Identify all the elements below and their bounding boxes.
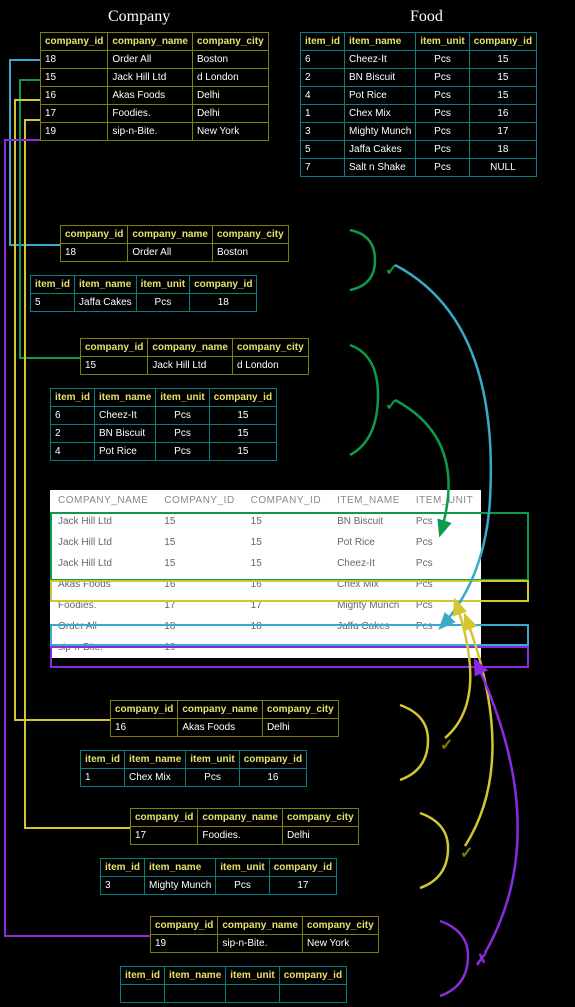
check-icon: ✓ — [460, 843, 473, 863]
company-table: company_idcompany_namecompany_city18Orde… — [40, 32, 269, 141]
pair-food-18: item_iditem_nameitem_unitcompany_id5Jaff… — [30, 275, 257, 312]
pair-food-17: item_iditem_nameitem_unitcompany_id3Migh… — [100, 858, 337, 895]
pair-food-15: item_iditem_nameitem_unitcompany_id6Chee… — [50, 388, 277, 461]
food-title: Food — [410, 8, 443, 26]
company-title: Company — [108, 8, 170, 26]
pair-company-18: company_idcompany_namecompany_city18Orde… — [60, 225, 289, 262]
pair-company-17: company_idcompany_namecompany_city17Food… — [130, 808, 359, 845]
pair-company-16: company_idcompany_namecompany_city16Akas… — [110, 700, 339, 737]
check-icon: ✓ — [385, 395, 398, 415]
pair-food-19: item_iditem_nameitem_unitcompany_id — [120, 966, 347, 1003]
pair-company-15: company_idcompany_namecompany_city15Jack… — [80, 338, 309, 375]
result-table: COMPANY_NAMECOMPANY_IDCOMPANY_IDITEM_NAM… — [50, 490, 481, 658]
pair-company-19: company_idcompany_namecompany_city19sip-… — [150, 916, 379, 953]
food-table: item_iditem_nameitem_unitcompany_id6Chee… — [300, 32, 537, 177]
check-icon: ✓ — [440, 735, 453, 755]
pair-food-16: item_iditem_nameitem_unitcompany_id1Chex… — [80, 750, 307, 787]
check-icon: ✓ — [385, 260, 398, 280]
cross-icon: ✗ — [475, 950, 488, 970]
